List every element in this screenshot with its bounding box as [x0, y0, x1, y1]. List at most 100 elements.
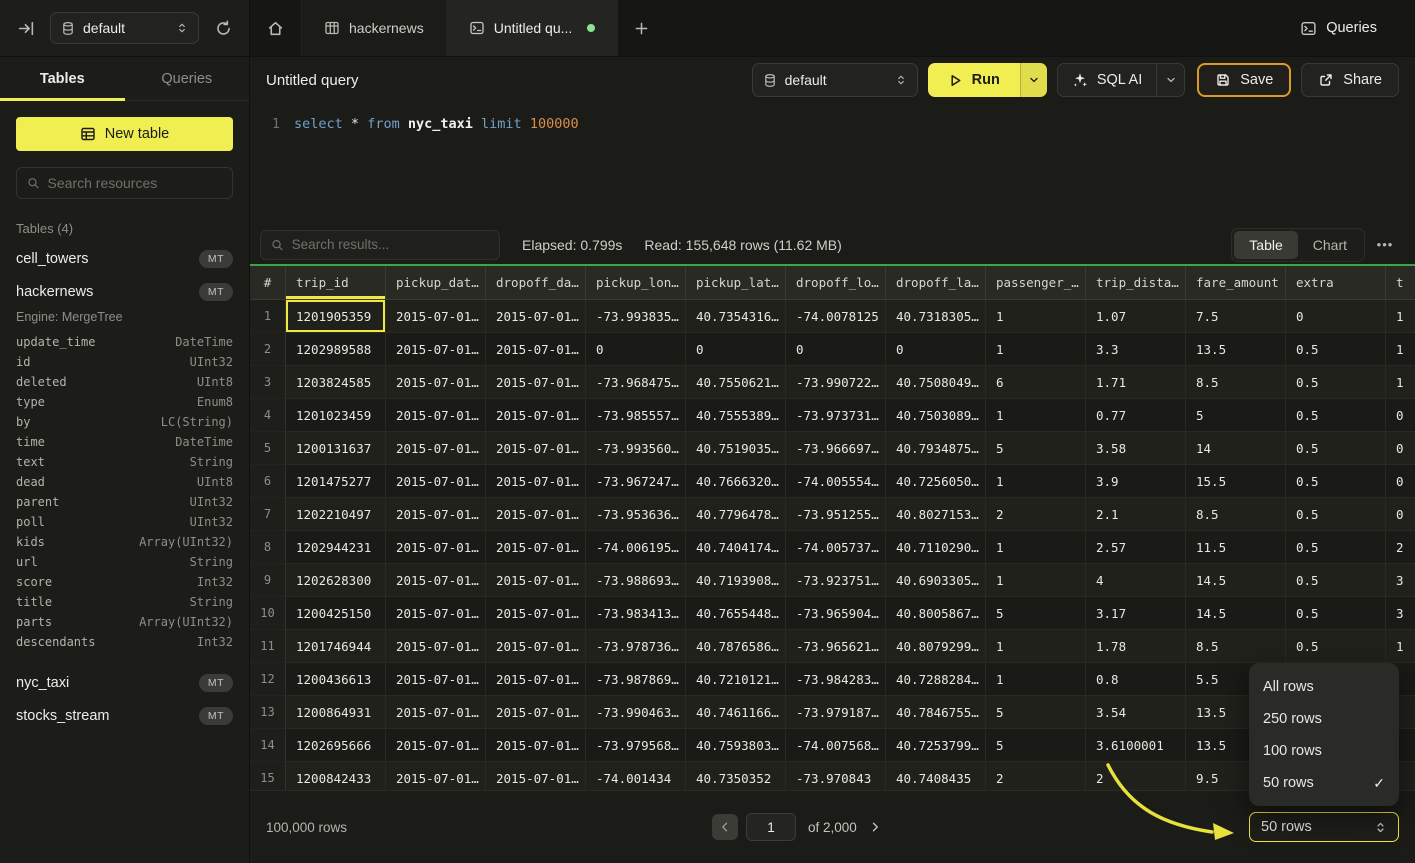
- cell[interactable]: 40.7796478…: [686, 498, 786, 531]
- sidebar-table-nyc-taxi[interactable]: nyc_taxi MT: [0, 666, 249, 699]
- cell[interactable]: -73.988693…: [586, 564, 686, 597]
- cell[interactable]: 3.17: [1086, 597, 1186, 630]
- cell[interactable]: 40.7193908…: [686, 564, 786, 597]
- cell[interactable]: 5: [986, 729, 1086, 762]
- cell[interactable]: 5: [1186, 399, 1286, 432]
- cell[interactable]: 2015-07-01…: [386, 432, 486, 465]
- cell[interactable]: 1201023459: [286, 399, 386, 432]
- cell[interactable]: 0: [1386, 498, 1415, 531]
- cell[interactable]: -73.993835…: [586, 300, 686, 333]
- cell[interactable]: 2015-07-01…: [386, 465, 486, 498]
- column-header[interactable]: dropoff_da…: [486, 266, 586, 300]
- cell[interactable]: 2015-07-01…: [386, 729, 486, 762]
- cell[interactable]: 1202695666: [286, 729, 386, 762]
- cell[interactable]: -74.005554…: [786, 465, 886, 498]
- cell[interactable]: 2015-07-01…: [486, 531, 586, 564]
- cell[interactable]: 2015-07-01…: [486, 663, 586, 696]
- cell[interactable]: -73.973731…: [786, 399, 886, 432]
- cell[interactable]: 8.5: [1186, 630, 1286, 663]
- column-header[interactable]: pickup_lon…: [586, 266, 686, 300]
- new-table-button[interactable]: New table: [16, 117, 233, 151]
- cell[interactable]: 2015-07-01…: [486, 762, 586, 790]
- results-search[interactable]: [260, 230, 500, 260]
- cell[interactable]: 1202944231: [286, 531, 386, 564]
- cell[interactable]: 2015-07-01…: [486, 564, 586, 597]
- page-size-select[interactable]: 50 rows: [1249, 812, 1399, 842]
- column-header[interactable]: pickup_lat…: [686, 266, 786, 300]
- view-toggle-table[interactable]: Table: [1234, 231, 1297, 259]
- cell[interactable]: 0: [686, 333, 786, 366]
- cell[interactable]: 1: [986, 399, 1086, 432]
- cell[interactable]: 0: [586, 333, 686, 366]
- column-header[interactable]: dropoff_lo…: [786, 266, 886, 300]
- cell[interactable]: -74.001434: [586, 762, 686, 790]
- sidebar-search-input[interactable]: [48, 175, 222, 191]
- column-header[interactable]: passenger_…: [986, 266, 1086, 300]
- cell[interactable]: 1200436613: [286, 663, 386, 696]
- cell[interactable]: 40.7318305…: [886, 300, 986, 333]
- cell[interactable]: 2: [986, 762, 1086, 790]
- sql-editor[interactable]: 1 select * from nyc_taxi limit 100000: [250, 103, 1415, 225]
- cell[interactable]: -73.967247…: [586, 465, 686, 498]
- cell[interactable]: 0.5: [1286, 432, 1386, 465]
- cell[interactable]: -73.984283…: [786, 663, 886, 696]
- tab-hackernews[interactable]: hackernews: [302, 0, 447, 56]
- cell[interactable]: 2015-07-01…: [486, 432, 586, 465]
- page-size-option[interactable]: 50 rows✓: [1249, 767, 1399, 799]
- cell[interactable]: 1.78: [1086, 630, 1186, 663]
- cell[interactable]: 1: [986, 663, 1086, 696]
- sidebar-tab-tables[interactable]: Tables: [0, 57, 125, 100]
- cell[interactable]: 1201905359: [286, 300, 386, 333]
- collapse-sidebar-button[interactable]: [12, 14, 40, 42]
- cell[interactable]: -73.987869…: [586, 663, 686, 696]
- next-page-button[interactable]: [865, 817, 885, 837]
- cell[interactable]: 1: [986, 465, 1086, 498]
- cell[interactable]: 1202210497: [286, 498, 386, 531]
- cell[interactable]: 2015-07-01…: [486, 465, 586, 498]
- cell[interactable]: 40.8027153…: [886, 498, 986, 531]
- cell[interactable]: 40.7354316…: [686, 300, 786, 333]
- column-header[interactable]: t: [1386, 266, 1415, 300]
- cell[interactable]: 1201746944: [286, 630, 386, 663]
- prev-page-button[interactable]: [712, 814, 738, 840]
- cell[interactable]: -73.993560…: [586, 432, 686, 465]
- cell[interactable]: 2015-07-01…: [486, 630, 586, 663]
- cell[interactable]: 40.7666320…: [686, 465, 786, 498]
- cell[interactable]: 40.7876586…: [686, 630, 786, 663]
- column-header[interactable]: trip_dista…: [1086, 266, 1186, 300]
- sidebar-tab-queries[interactable]: Queries: [125, 57, 250, 100]
- database-selector[interactable]: default: [50, 12, 199, 44]
- run-options-button[interactable]: [1020, 63, 1047, 97]
- cell[interactable]: -73.985557…: [586, 399, 686, 432]
- cell[interactable]: 2015-07-01…: [386, 696, 486, 729]
- cell[interactable]: 2015-07-01…: [486, 498, 586, 531]
- cell[interactable]: 40.8005867…: [886, 597, 986, 630]
- cell[interactable]: 1200864931: [286, 696, 386, 729]
- cell[interactable]: -74.0078125: [786, 300, 886, 333]
- tab-home[interactable]: [250, 0, 302, 56]
- cell[interactable]: 40.7408435: [886, 762, 986, 790]
- cell[interactable]: 8.5: [1186, 498, 1286, 531]
- cell[interactable]: -73.965621…: [786, 630, 886, 663]
- cell[interactable]: 1: [986, 630, 1086, 663]
- cell[interactable]: 40.7550621…: [686, 366, 786, 399]
- cell[interactable]: 7.5: [1186, 300, 1286, 333]
- cell[interactable]: 40.7110290…: [886, 531, 986, 564]
- cell[interactable]: 0.5: [1286, 465, 1386, 498]
- cell[interactable]: 40.7461166…: [686, 696, 786, 729]
- share-button[interactable]: Share: [1301, 63, 1399, 97]
- cell[interactable]: 40.7555389…: [686, 399, 786, 432]
- cell[interactable]: 0.5: [1286, 366, 1386, 399]
- cell[interactable]: 40.6903305…: [886, 564, 986, 597]
- cell[interactable]: 2.1: [1086, 498, 1186, 531]
- query-database-selector[interactable]: default: [752, 63, 918, 97]
- cell[interactable]: 3: [1386, 597, 1415, 630]
- cell[interactable]: 2015-07-01…: [486, 597, 586, 630]
- sql-ai-button[interactable]: SQL AI: [1058, 64, 1156, 96]
- cell[interactable]: 1200842433: [286, 762, 386, 790]
- cell[interactable]: 0: [1386, 399, 1415, 432]
- cell[interactable]: 40.7210121…: [686, 663, 786, 696]
- cell[interactable]: 3.58: [1086, 432, 1186, 465]
- cell[interactable]: 4: [1086, 564, 1186, 597]
- cell[interactable]: 0.5: [1286, 333, 1386, 366]
